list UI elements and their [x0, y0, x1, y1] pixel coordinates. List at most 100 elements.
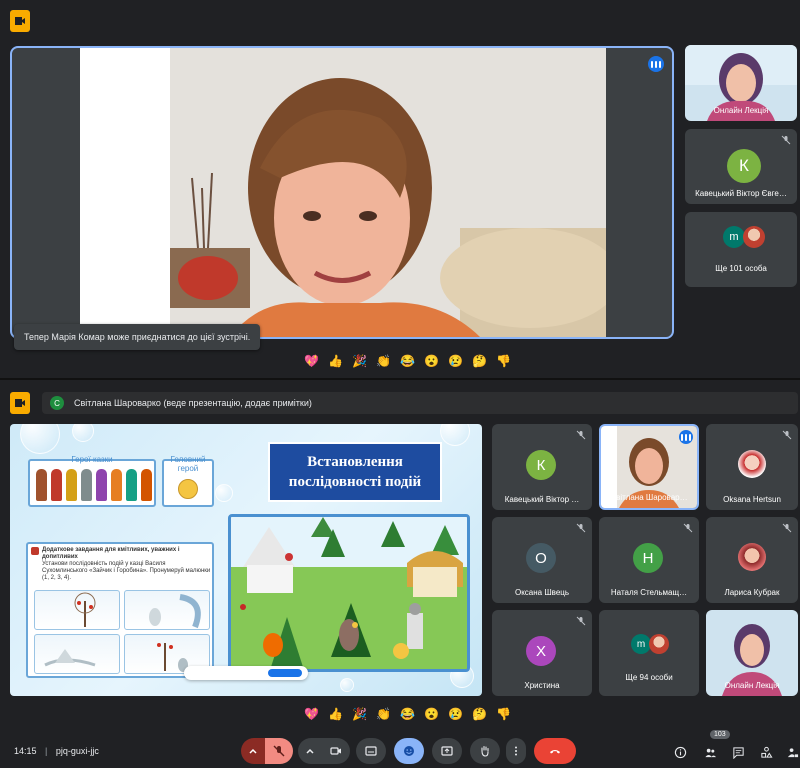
participant-tile-khrystyna[interactable]: Х Христина — [492, 610, 592, 696]
people-button[interactable] — [702, 744, 718, 760]
chevron-up-icon — [306, 748, 314, 754]
lock-person-icon — [787, 747, 798, 757]
task-picture-3 — [34, 634, 120, 674]
join-notification: Тепер Марія Комар може приєднатися до ці… — [14, 324, 261, 350]
story-illustration — [228, 514, 470, 672]
present-screen-button[interactable] — [432, 738, 462, 764]
avatar-photo — [738, 543, 766, 571]
meeting-details-button[interactable] — [672, 744, 688, 760]
bottom-meeting-view: С Світлана Шароварко (веде презентацію, … — [0, 378, 800, 768]
main-hero-label: Головний герой — [170, 455, 206, 473]
participant-tile-oksana-hertsun[interactable]: Oksana Hertsun — [706, 424, 798, 510]
bubble-decoration — [72, 424, 94, 442]
clapping-hands-icon[interactable]: 👏 — [376, 353, 391, 368]
avatar-photo — [738, 450, 766, 478]
mic-off-icon — [576, 523, 586, 533]
avatar-photo — [649, 634, 669, 654]
tile-name: Світлана Шаровар… — [610, 493, 688, 502]
surprised-face-icon[interactable]: 😮 — [424, 706, 439, 721]
meeting-info: 14:15 | pjq-guxi-jjc — [14, 746, 99, 756]
host-controls-button[interactable] — [784, 744, 800, 760]
camera-icon — [330, 747, 341, 755]
sparkling-heart-icon[interactable]: 💖 — [304, 353, 319, 368]
thumbs-up-icon[interactable]: 👍 — [328, 353, 343, 368]
laughing-face-icon[interactable]: 😂 — [400, 353, 415, 368]
avatar: О — [526, 543, 556, 573]
meeting-code: pjq-guxi-jjc — [55, 746, 99, 756]
participant-tile-larysa[interactable]: Лариса Кубрак — [706, 517, 798, 603]
slide-notes-bar[interactable] — [184, 666, 308, 680]
participant-tile-kavetskyi[interactable]: К Кавецький Віктор Євге… — [685, 129, 797, 204]
raise-hand-button[interactable] — [470, 738, 500, 764]
bubble-decoration — [215, 484, 233, 502]
tile-name: Онлайн Лекція — [724, 681, 780, 690]
mic-off-icon — [782, 523, 792, 533]
more-participants-tile[interactable]: m Ще 101 особа — [685, 212, 797, 287]
thumbs-down-icon[interactable]: 👎 — [496, 706, 511, 721]
participant-tile-oksana-shvets[interactable]: О Оксана Швець — [492, 517, 592, 603]
task-text: Установи послідовність подій у казці Вас… — [42, 561, 211, 581]
emoji-reaction-button[interactable] — [394, 738, 424, 764]
controls-bar: 14:15 | pjq-guxi-jjc — [0, 736, 800, 768]
tile-name: Христина — [524, 681, 560, 690]
clapping-hands-icon[interactable]: 👏 — [376, 706, 391, 721]
captions-button[interactable] — [356, 738, 386, 764]
thumbs-up-icon[interactable]: 👍 — [328, 706, 343, 721]
party-popper-icon[interactable]: 🎉 — [352, 706, 367, 721]
surprised-face-icon[interactable]: 😮 — [424, 353, 439, 368]
main-hero-box: Головний герой — [162, 455, 214, 507]
notes-button[interactable] — [268, 669, 302, 677]
avatar-photo — [743, 226, 765, 248]
party-popper-icon[interactable]: 🎉 — [352, 353, 367, 368]
heroes-box: Герої казки — [28, 455, 156, 507]
thinking-face-icon[interactable]: 🤔 — [472, 353, 487, 368]
avatar: m — [723, 226, 745, 248]
slide-title: Встановлення послідовності подій — [268, 442, 442, 502]
task-box: Додаткове завдання для кмітливих, уважни… — [26, 542, 214, 678]
camera-toggle-button[interactable] — [322, 738, 350, 764]
bubble-decoration — [440, 424, 470, 446]
hang-up-icon — [550, 750, 560, 754]
heroes-label: Герої казки — [71, 455, 113, 464]
hero-figures — [36, 469, 152, 501]
hand-icon — [481, 745, 489, 757]
tile-name: Кавецький Віктор … — [504, 495, 580, 504]
participant-tile-svitlana[interactable]: Світлана Шаровар… — [599, 424, 699, 510]
leave-call-button[interactable] — [534, 738, 576, 764]
avatar: m — [631, 634, 651, 654]
avatar: К — [526, 450, 556, 480]
activities-button[interactable] — [758, 744, 774, 760]
speaker-video — [80, 48, 606, 337]
tile-name: Oksana Hertsun — [723, 495, 781, 504]
tile-name: Онлайн Лекція — [713, 106, 769, 115]
video-options-button[interactable] — [298, 738, 322, 764]
avatar: К — [727, 149, 761, 183]
crying-face-icon[interactable]: 😢 — [448, 706, 463, 721]
thinking-face-icon[interactable]: 🤔 — [472, 706, 487, 721]
participant-tile-kavetskyi[interactable]: К Кавецький Віктор … — [492, 424, 592, 510]
mic-off-icon — [576, 616, 586, 626]
participant-tile-online-lecture[interactable]: Онлайн Лекція — [706, 610, 798, 696]
separator: | — [45, 746, 48, 756]
more-options-button[interactable] — [506, 738, 526, 764]
avatar: Н — [633, 543, 663, 573]
participant-tile-online-lecture[interactable]: Онлайн Лекція — [685, 45, 797, 121]
mic-off-icon — [683, 523, 693, 533]
more-participants-tile[interactable]: m Ще 94 особи — [599, 610, 699, 696]
mic-toggle-button[interactable] — [265, 738, 293, 764]
main-speaker-tile[interactable] — [10, 46, 674, 339]
audio-options-button[interactable] — [241, 738, 265, 764]
participant-tile-natalia[interactable]: Н Наталя Стельмащ… — [599, 517, 699, 603]
presentation-banner[interactable]: С Світлана Шароварко (веде презентацію, … — [42, 392, 798, 414]
chat-button[interactable] — [730, 744, 746, 760]
thumbs-down-icon[interactable]: 👎 — [496, 353, 511, 368]
kolobok-image — [178, 479, 198, 499]
tile-name: Кавецький Віктор Євге… — [695, 189, 787, 198]
crying-face-icon[interactable]: 😢 — [448, 353, 463, 368]
laughing-face-icon[interactable]: 😂 — [400, 706, 415, 721]
presentation-slide[interactable]: Герої казки Головний герой Встановлення … — [10, 424, 482, 696]
sparkling-heart-icon[interactable]: 💖 — [304, 706, 319, 721]
bubble-decoration — [20, 424, 60, 454]
meet-logo-icon — [10, 392, 30, 414]
speaking-indicator-icon — [648, 56, 664, 72]
